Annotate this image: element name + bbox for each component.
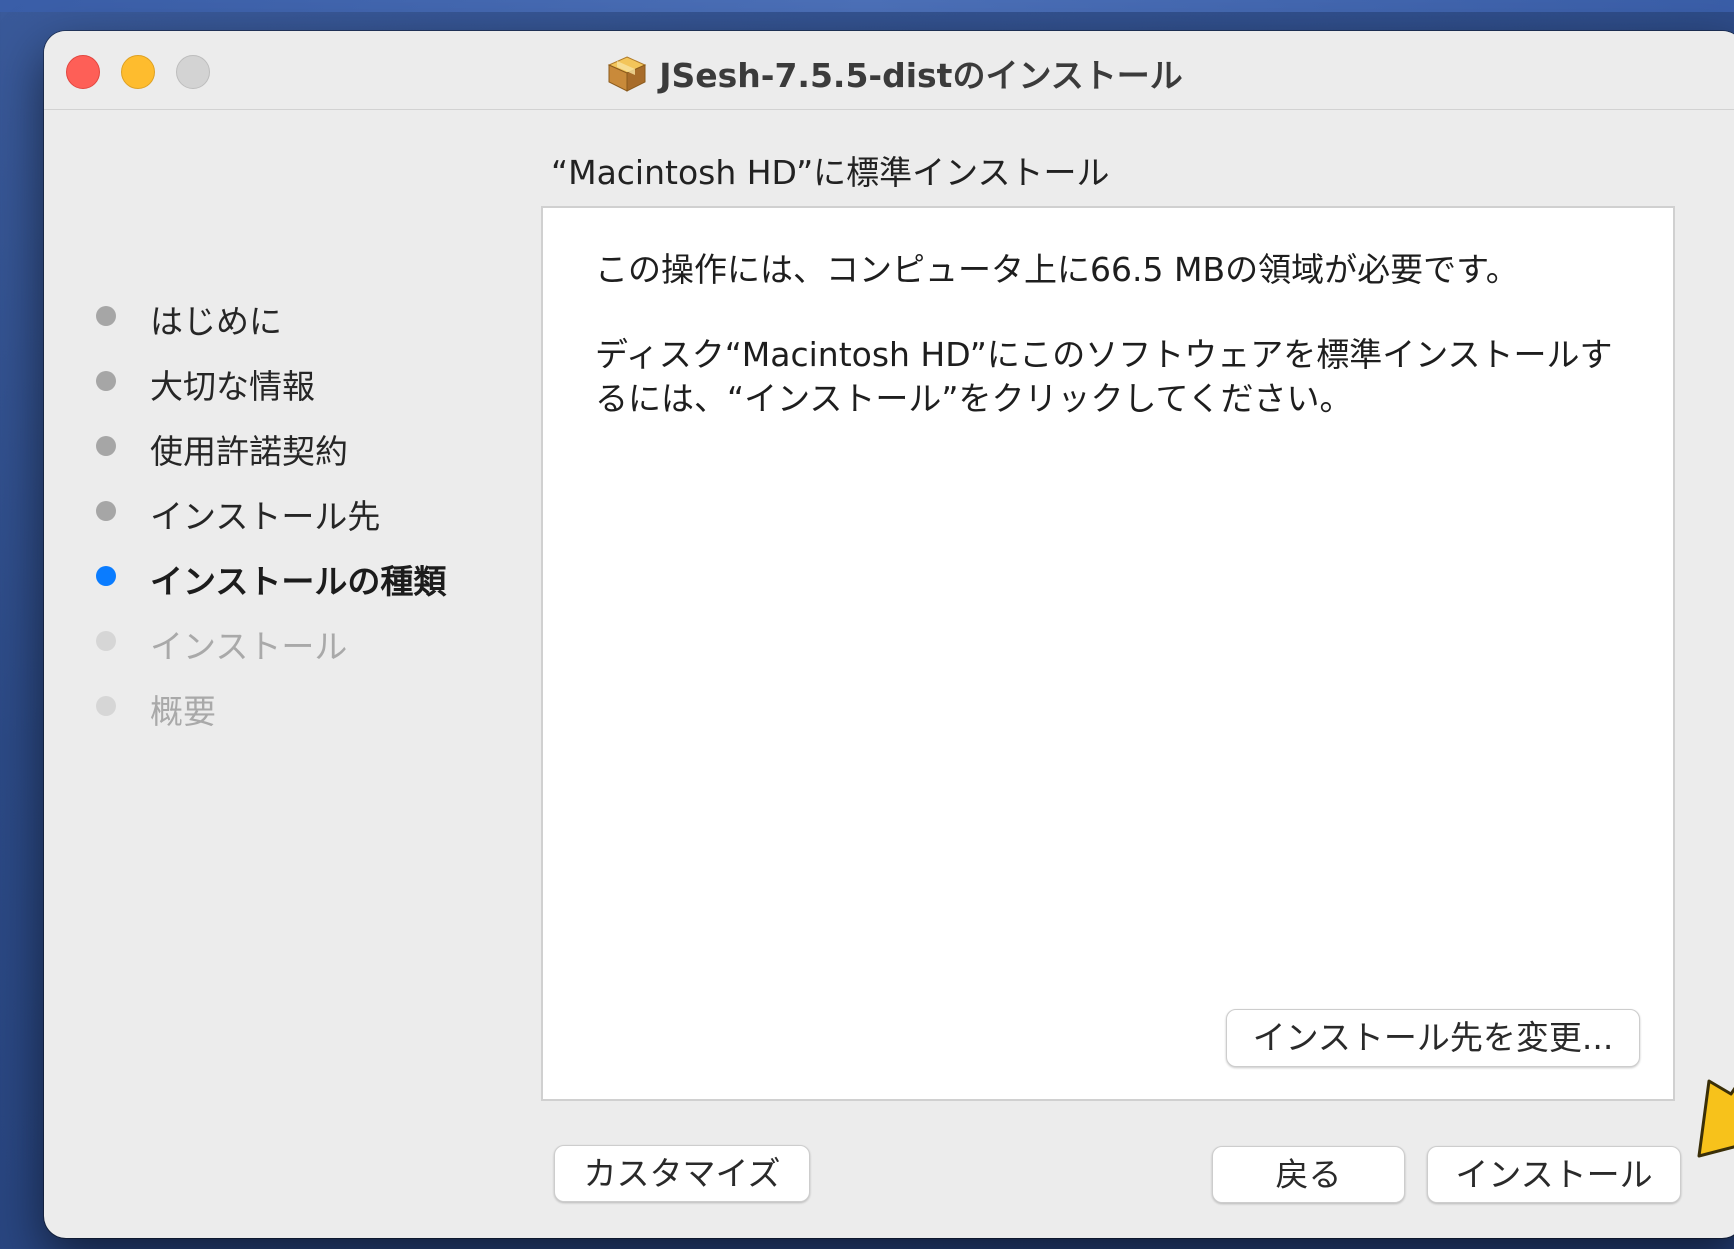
step-destination: インストール先 [96,484,536,549]
step-read-me: 大切な情報 [96,354,536,419]
step-label: インストール [150,627,348,666]
window-title: JSesh-7.5.5-distのインストール [44,49,1734,101]
step-license: 使用許諾契約 [96,419,536,484]
arrow-pointer-icon [1697,1079,1734,1158]
customize-button[interactable]: カスタマイズ [554,1145,810,1202]
step-label: はじめに [150,302,282,341]
step-status-dot [96,371,116,391]
install-instruction-text: ディスク“Macintosh HD”にこのソフトウェアを標準インストールするには… [595,335,1613,418]
desktop-background [0,0,1734,12]
step-status-dot [96,566,116,586]
step-status-dot [96,696,116,716]
install-button[interactable]: インストール [1427,1146,1681,1203]
space-required-text: この操作には、コンピュータ上に66.5 MBの領域が必要です。 [595,250,1519,289]
change-install-location-button[interactable]: インストール先を変更... [1226,1009,1640,1067]
back-button[interactable]: 戻る [1212,1146,1405,1203]
title-bar[interactable]: JSesh-7.5.5-distのインストール [44,31,1734,110]
page-heading: “Macintosh HD”に標準インストール [551,153,1110,192]
step-installation-type: インストールの種類 [96,549,536,614]
step-status-dot [96,306,116,326]
step-installation: インストール [96,614,536,679]
window-title-text: JSesh-7.5.5-distのインストール [659,56,1183,95]
step-label: 概要 [150,692,216,731]
step-introduction: はじめに [96,289,536,354]
content-panel: この操作には、コンピュータ上に66.5 MBの領域が必要です。 ディスク“Mac… [541,206,1675,1101]
step-status-dot [96,436,116,456]
step-status-dot [96,631,116,651]
package-icon [605,53,649,101]
step-label: インストール先 [150,497,381,536]
step-label: 大切な情報 [150,367,315,406]
installer-window: JSesh-7.5.5-distのインストール はじめに 大切な情報 使用許諾契… [44,31,1734,1238]
step-status-dot [96,501,116,521]
step-label: インストールの種類 [150,562,447,601]
step-summary: 概要 [96,679,536,744]
installer-steps: はじめに 大切な情報 使用許諾契約 インストール先 インストールの種類 インスト… [96,289,536,744]
step-label: 使用許諾契約 [150,432,348,471]
